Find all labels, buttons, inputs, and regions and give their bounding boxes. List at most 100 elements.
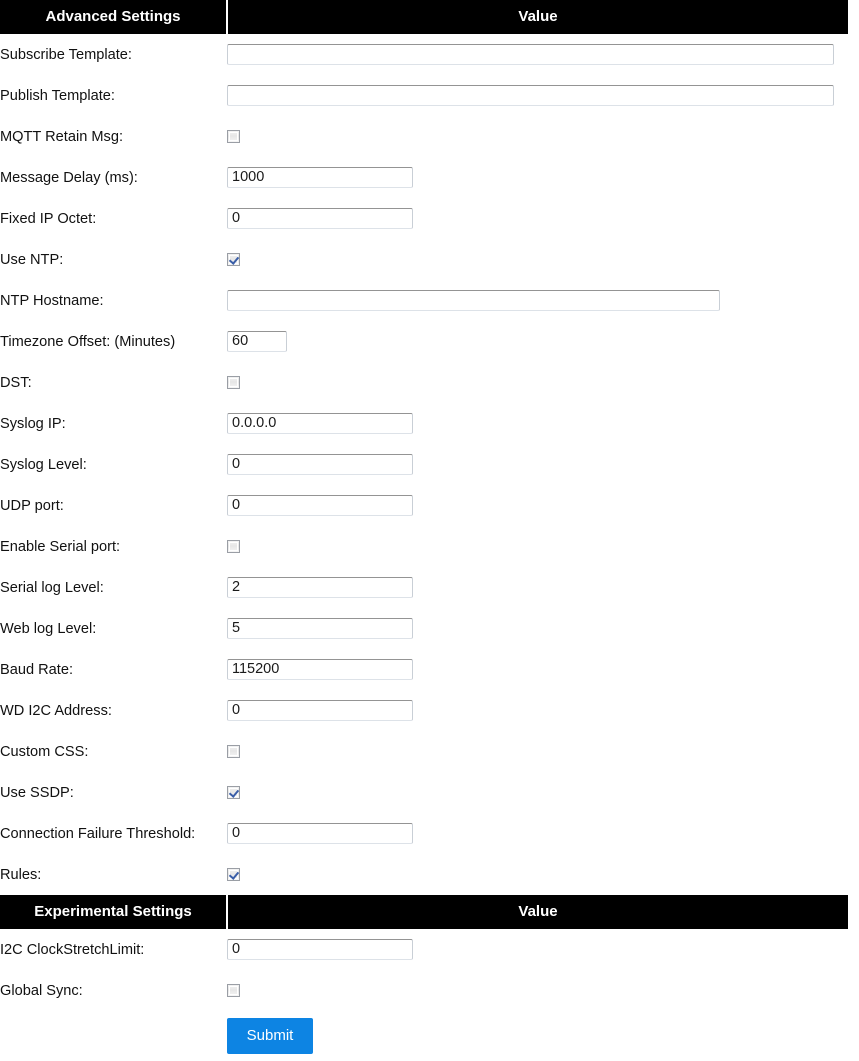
value-cell: [227, 854, 848, 895]
input-syslog-ip[interactable]: [227, 413, 413, 434]
label-publish-template: Publish Template:: [0, 87, 115, 104]
label-baud-rate: Baud Rate:: [0, 661, 74, 678]
submit-button[interactable]: Submit: [227, 1018, 313, 1054]
input-message-delay-ms[interactable]: [227, 167, 413, 188]
label-subscribe-template: Subscribe Template:: [0, 46, 132, 63]
input-timezone-offset-minutes[interactable]: [227, 331, 287, 352]
settings-row: NTP Hostname:: [0, 280, 848, 321]
value-cell: [227, 649, 848, 690]
submit-spacer: [0, 1011, 227, 1061]
input-web-log-level[interactable]: [227, 618, 413, 639]
input-ntp-hostname[interactable]: [227, 290, 720, 311]
value-cell: [227, 970, 848, 1011]
input-wd-i2c-address[interactable]: [227, 700, 413, 721]
label-custom-css: Custom CSS:: [0, 743, 89, 760]
label-use-ntp: Use NTP:: [0, 251, 64, 268]
value-cell: [227, 690, 848, 731]
checkbox-custom-css[interactable]: [227, 745, 240, 759]
value-cell: [227, 34, 848, 75]
checkbox-mqtt-retain-msg[interactable]: [227, 130, 240, 144]
value-cell: [227, 321, 848, 362]
settings-row: Subscribe Template:: [0, 34, 848, 75]
checkbox-enable-serial-port[interactable]: [227, 540, 240, 554]
checkbox-use-ssdp[interactable]: [227, 786, 240, 800]
checkbox-dst[interactable]: [227, 376, 240, 390]
settings-row: Fixed IP Octet:: [0, 198, 848, 239]
value-cell: [227, 813, 848, 854]
section-header-advanced-settings: Advanced Settings Value: [0, 0, 848, 34]
value-cell: [227, 280, 848, 321]
label-mqtt-retain-msg: MQTT Retain Msg:: [0, 128, 123, 145]
settings-row: Global Sync:: [0, 970, 848, 1011]
value-cell: [227, 239, 848, 280]
label-udp-port: UDP port:: [0, 497, 64, 514]
settings-row: MQTT Retain Msg:: [0, 116, 848, 157]
value-cell: [227, 444, 848, 485]
settings-row: Web log Level:: [0, 608, 848, 649]
section-title: Advanced Settings: [0, 0, 228, 34]
settings-row: Timezone Offset: (Minutes): [0, 321, 848, 362]
label-message-delay-ms: Message Delay (ms):: [0, 169, 138, 186]
input-serial-log-level[interactable]: [227, 577, 413, 598]
value-cell: [227, 403, 848, 444]
section-value-header: Value: [227, 895, 848, 929]
input-syslog-level[interactable]: [227, 454, 413, 475]
checkbox-rules[interactable]: [227, 868, 240, 882]
input-publish-template[interactable]: [227, 85, 834, 106]
settings-row: Syslog IP:: [0, 403, 848, 444]
label-web-log-level: Web log Level:: [0, 620, 97, 637]
checkbox-use-ntp[interactable]: [227, 253, 240, 267]
input-connection-failure-threshold[interactable]: [227, 823, 413, 844]
input-fixed-ip-octet[interactable]: [227, 208, 413, 229]
value-cell: [227, 731, 848, 772]
value-cell: [227, 526, 848, 567]
settings-row: Syslog Level:: [0, 444, 848, 485]
value-cell: [227, 929, 848, 970]
label-serial-log-level: Serial log Level:: [0, 579, 104, 596]
settings-row: Baud Rate:: [0, 649, 848, 690]
label-wd-i2c-address: WD I2C Address:: [0, 702, 112, 719]
value-cell: [227, 567, 848, 608]
label-use-ssdp: Use SSDP:: [0, 784, 74, 801]
value-cell: [227, 485, 848, 526]
label-ntp-hostname: NTP Hostname:: [0, 292, 104, 309]
settings-row: Message Delay (ms):: [0, 157, 848, 198]
settings-row: Rules:: [0, 854, 848, 895]
settings-row: WD I2C Address:: [0, 690, 848, 731]
value-cell: [227, 772, 848, 813]
label-dst: DST:: [0, 374, 32, 391]
value-cell: [227, 198, 848, 239]
input-baud-rate[interactable]: [227, 659, 413, 680]
label-i2c-clockstretchlimit: I2C ClockStretchLimit:: [0, 941, 145, 958]
settings-row: Enable Serial port:: [0, 526, 848, 567]
label-rules: Rules:: [0, 866, 42, 883]
settings-row: Serial log Level:: [0, 567, 848, 608]
section-value-header: Value: [227, 0, 848, 34]
settings-row: I2C ClockStretchLimit:: [0, 929, 848, 970]
value-cell: [227, 157, 848, 198]
submit-cell: Submit: [227, 1011, 848, 1061]
label-syslog-ip: Syslog IP:: [0, 415, 66, 432]
label-timezone-offset-minutes: Timezone Offset: (Minutes): [0, 333, 176, 350]
input-i2c-clockstretchlimit[interactable]: [227, 939, 413, 960]
value-cell: [227, 75, 848, 116]
settings-row: UDP port:: [0, 485, 848, 526]
value-cell: [227, 116, 848, 157]
input-subscribe-template[interactable]: [227, 44, 834, 65]
settings-row: Use SSDP:: [0, 772, 848, 813]
checkbox-global-sync[interactable]: [227, 984, 240, 998]
settings-row: Connection Failure Threshold:: [0, 813, 848, 854]
label-enable-serial-port: Enable Serial port:: [0, 538, 121, 555]
settings-row: Publish Template:: [0, 75, 848, 116]
input-udp-port[interactable]: [227, 495, 413, 516]
label-syslog-level: Syslog Level:: [0, 456, 87, 473]
submit-row: Submit: [0, 1011, 848, 1061]
label-global-sync: Global Sync:: [0, 982, 83, 999]
settings-row: Use NTP:: [0, 239, 848, 280]
label-fixed-ip-octet: Fixed IP Octet:: [0, 210, 97, 227]
value-cell: [227, 608, 848, 649]
section-title: Experimental Settings: [0, 895, 228, 929]
label-connection-failure-threshold: Connection Failure Threshold:: [0, 825, 196, 842]
value-cell: [227, 362, 848, 403]
settings-row: DST:: [0, 362, 848, 403]
